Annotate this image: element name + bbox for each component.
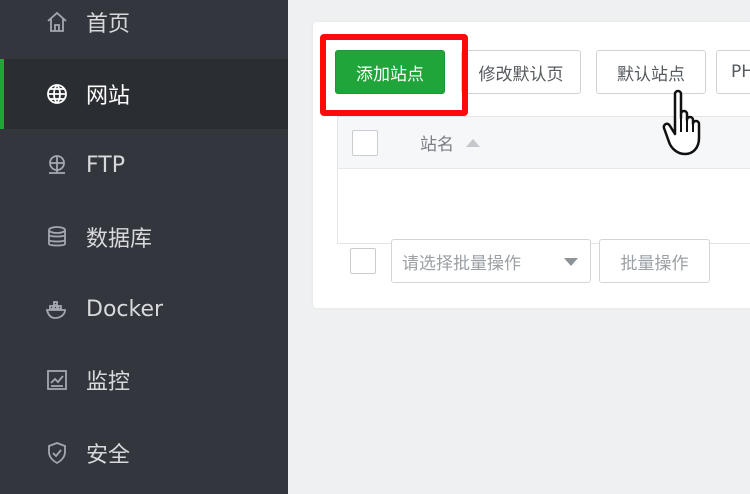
shield-icon <box>44 440 70 466</box>
sidebar-item-label: 数据库 <box>86 227 153 252</box>
default-site-button[interactable]: 默认站点 <box>596 50 706 94</box>
table-header: 站名 <box>338 117 750 169</box>
main-content: 添加站点 修改默认页 默认站点 PH 站名 请选择批量操作 批量操作 <box>288 0 750 494</box>
batch-select-placeholder: 请选择批量操作 <box>402 253 521 274</box>
sidebar-item-label: 首页 <box>86 12 131 37</box>
sidebar-item-label: 监控 <box>86 370 131 395</box>
home-icon <box>44 9 70 35</box>
sidebar-item-label: Docker <box>86 296 164 322</box>
edit-default-page-button[interactable]: 修改默认页 <box>461 50 581 94</box>
sidebar-item-label: 网站 <box>86 84 131 109</box>
sidebar: 首页 网站 FTP 数据库 Docker 监控 安全 <box>0 0 288 494</box>
sidebar-item-docker[interactable]: Docker <box>0 274 288 344</box>
sidebar-item-security[interactable]: 安全 <box>0 418 288 488</box>
column-site-name[interactable]: 站名 <box>420 130 480 155</box>
sidebar-item-ftp[interactable]: FTP <box>0 130 288 200</box>
sidebar-item-website[interactable]: 网站 <box>0 59 288 129</box>
add-site-button[interactable]: 添加站点 <box>335 50 445 94</box>
batch-operation-button[interactable]: 批量操作 <box>599 239 710 283</box>
php-button[interactable]: PH <box>716 50 750 94</box>
sidebar-item-database[interactable]: 数据库 <box>0 202 288 272</box>
sidebar-item-label: FTP <box>86 152 125 178</box>
sidebar-item-label: 安全 <box>86 443 131 468</box>
sidebar-item-home[interactable]: 首页 <box>0 0 288 57</box>
batch-operation-select[interactable]: 请选择批量操作 <box>391 239 591 283</box>
select-all-checkbox[interactable] <box>352 130 378 156</box>
sidebar-item-monitor[interactable]: 监控 <box>0 345 288 415</box>
monitor-icon <box>44 367 70 393</box>
chevron-down-icon <box>564 258 578 266</box>
batch-select-checkbox[interactable] <box>350 248 376 274</box>
sort-asc-icon[interactable] <box>466 138 480 147</box>
globe-icon <box>44 81 70 107</box>
database-icon <box>44 224 70 250</box>
docker-icon <box>44 296 70 322</box>
ftp-icon <box>44 152 70 178</box>
column-site-name-label: 站名 <box>420 135 454 155</box>
site-table: 站名 <box>337 116 750 244</box>
